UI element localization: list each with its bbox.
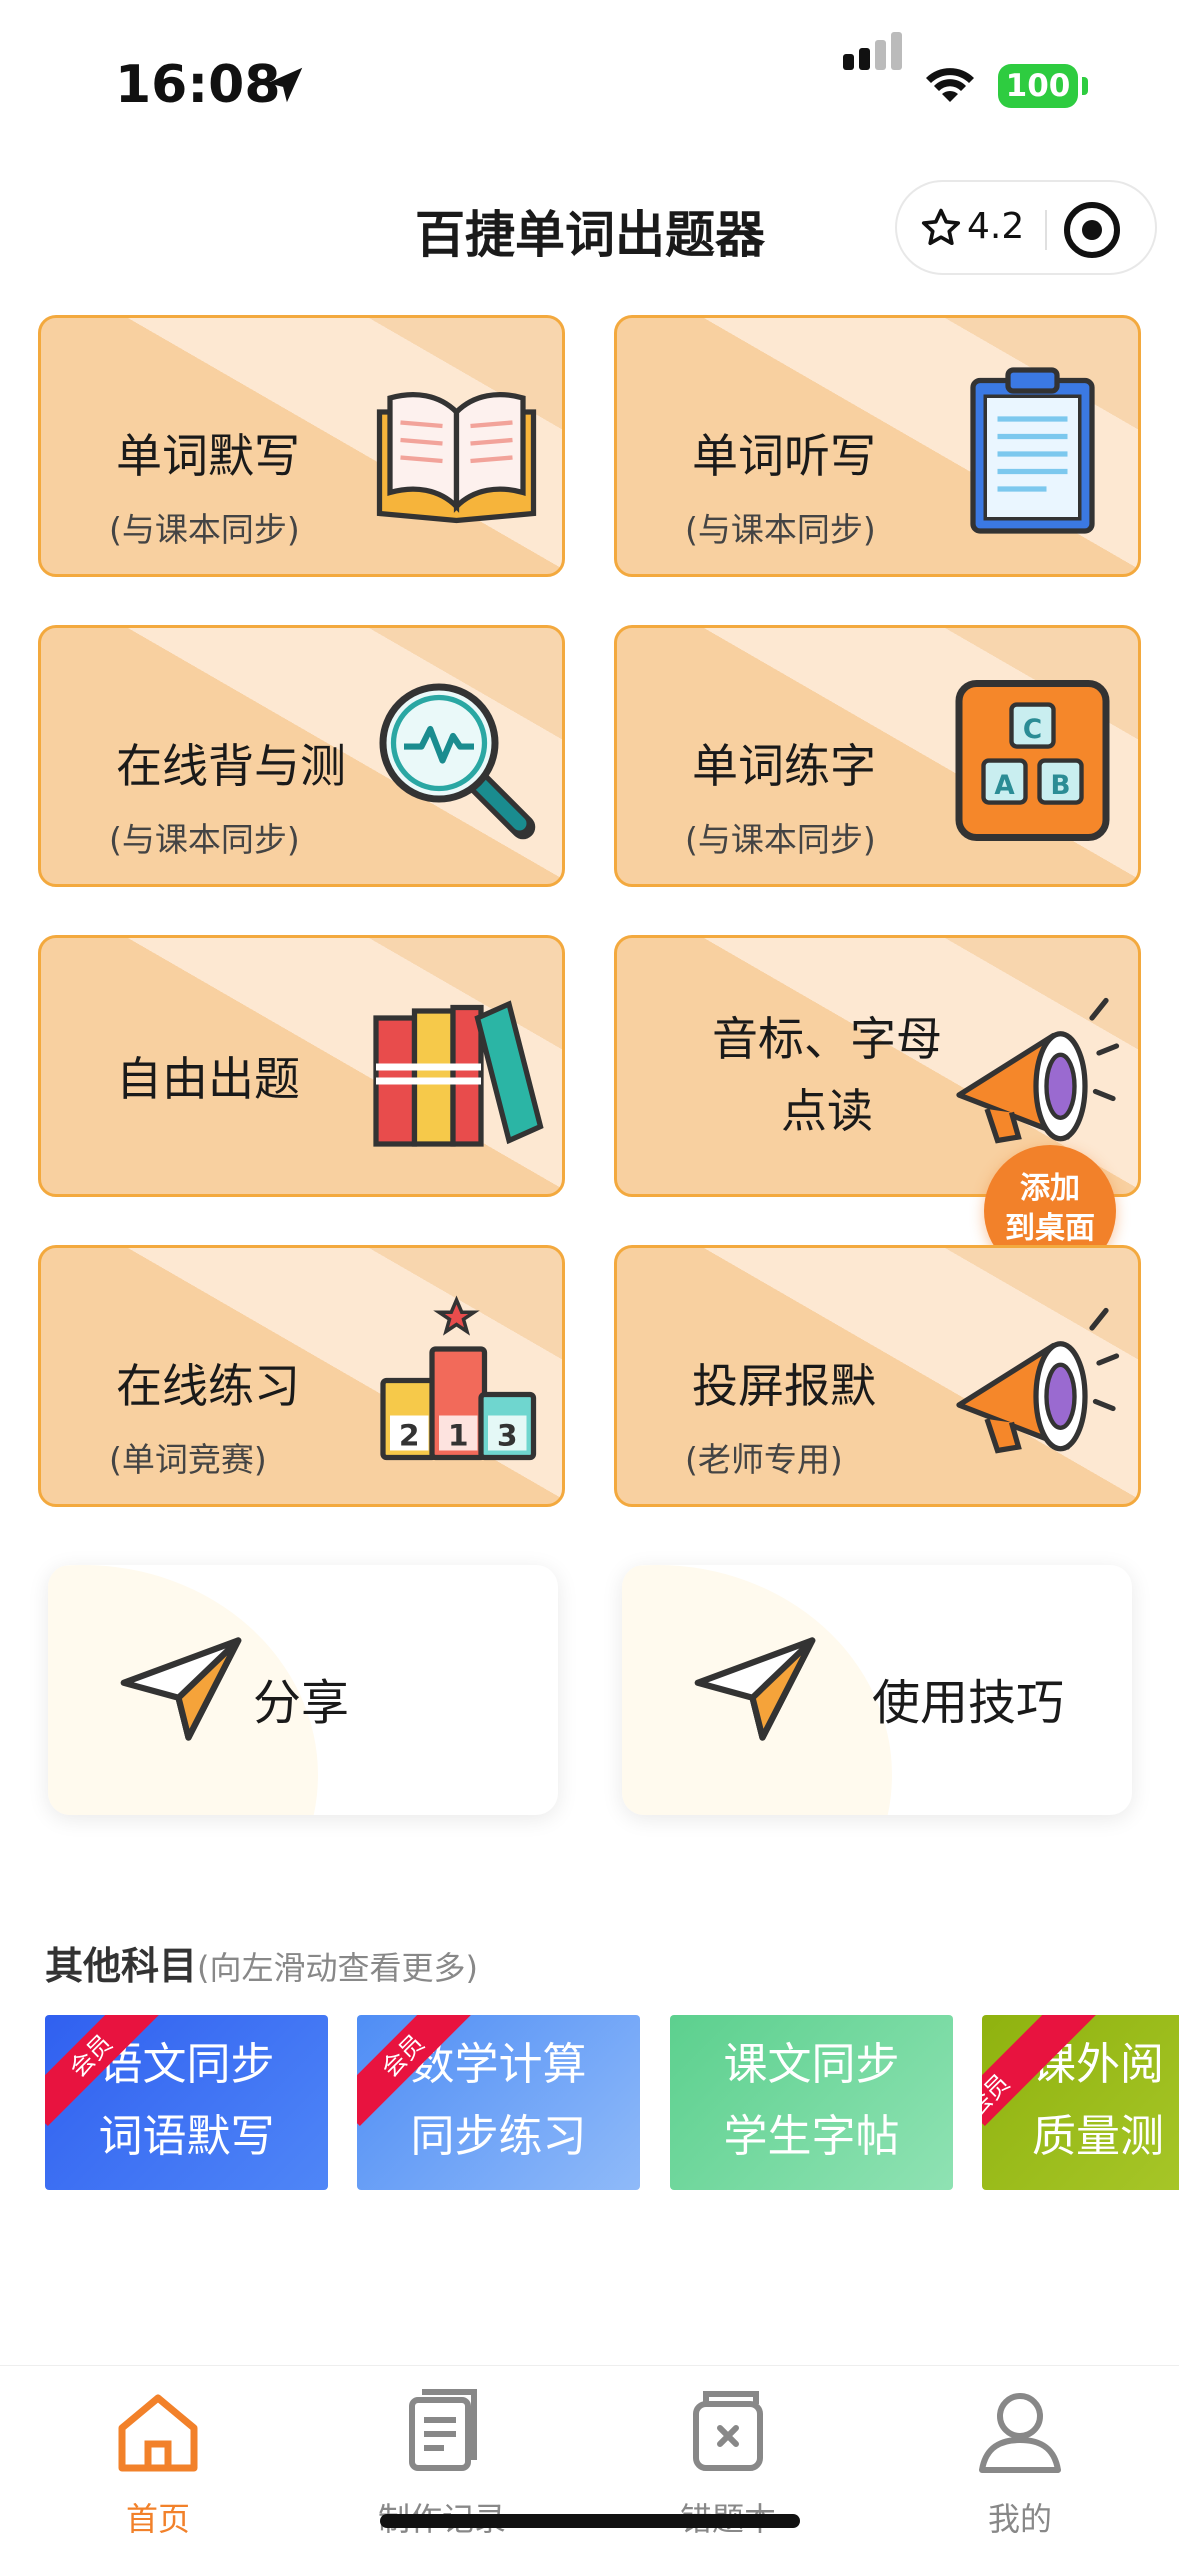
feature-title: 投屏报默 [692, 1359, 876, 1413]
feature-card-free-question[interactable]: 自由出题 [38, 935, 565, 1197]
status-bar: 16:08 100 [0, 0, 1179, 150]
feature-subtitle: (与课本同步) [685, 510, 876, 549]
tab-label: 我的 [987, 2500, 1052, 2538]
subject-line1: 课文同步 [723, 2039, 900, 2090]
capsule-divider [1045, 210, 1047, 250]
feature-title: 单词默写 [116, 429, 300, 483]
feature-subtitle: (单词竞赛) [109, 1440, 267, 1479]
usage-tips-card[interactable]: 使用技巧 [622, 1565, 1132, 1815]
subject-line2: 同步练习 [410, 2111, 587, 2162]
rating-value: 4.2 [967, 206, 1025, 247]
svg-text:B: B [1050, 771, 1070, 801]
status-time: 16:08 [115, 55, 281, 115]
other-subjects-title: 其他科目(向左滑动查看更多) [45, 1935, 478, 1990]
error-book-icon [693, 2391, 763, 2471]
feature-title: 在线背与测 [116, 739, 346, 793]
feature-card-memorize[interactable]: 在线背与测 (与课本同步) [38, 625, 565, 887]
feature-card-online-practice[interactable]: 在线练习 (单词竞赛) 2 1 3 [38, 1245, 565, 1507]
feature-card-handwriting[interactable]: 单词练字 (与课本同步) C A B [614, 625, 1141, 887]
svg-text:C: C [1023, 715, 1042, 745]
close-miniprogram-icon[interactable] [1064, 202, 1120, 258]
svg-text:2: 2 [399, 1418, 420, 1453]
home-indicator [380, 2514, 800, 2528]
subject-line2: 学生字帖 [723, 2111, 900, 2162]
page-title: 百捷单词出题器 [415, 206, 765, 264]
paper-plane-icon [120, 1637, 242, 1741]
magnifier-icon [379, 683, 536, 840]
subject-line2: 质量测 [1032, 2111, 1164, 2162]
wifi-icon [926, 68, 974, 102]
feature-card-screen-cast[interactable]: 投屏报默 (老师专用) [614, 1245, 1141, 1507]
home-icon [118, 2394, 198, 2472]
feature-card-dictation[interactable]: 单词默写 (与课本同步) [38, 315, 565, 577]
subjects-scroller[interactable]: 语文同步 词语默写 会员 数学计算 同步练习 会员 课文同步 学生字帖 课外阅 … [0, 2015, 1179, 2190]
abc-blocks-icon: C A B [955, 680, 1110, 841]
feature-title: 自由出题 [116, 1052, 300, 1106]
other-subjects-heading: 其他科目 [45, 1944, 198, 1988]
star-icon[interactable] [919, 206, 963, 250]
paper-plane-icon [694, 1637, 816, 1741]
feature-subtitle: (老师专用) [685, 1440, 843, 1479]
feature-card-listening[interactable]: 单词听写 (与课本同步) [614, 315, 1141, 577]
document-icon [409, 2389, 477, 2471]
location-arrow-icon [267, 67, 303, 103]
usage-tips-label: 使用技巧 [872, 1675, 1065, 1731]
feature-title: 在线练习 [116, 1359, 300, 1413]
share-label: 分享 [253, 1675, 350, 1731]
badge-line2: 到桌面 [1005, 1211, 1095, 1246]
subject-line2: 词语默写 [98, 2111, 275, 2162]
subject-card-math[interactable]: 数学计算 同步练习 会员 [357, 2015, 640, 2190]
battery-tip [1082, 77, 1088, 95]
clipboard-icon [970, 367, 1095, 534]
badge-line1: 添加 [1020, 1171, 1080, 1206]
subject-card-chinese[interactable]: 语文同步 词语默写 会员 [45, 2015, 328, 2190]
share-card[interactable]: 分享 [48, 1565, 558, 1815]
feature-title: 单词练字 [692, 739, 876, 793]
mini-program-capsule: 4.2 [895, 180, 1157, 275]
feature-subtitle: (与课本同步) [109, 820, 300, 859]
other-subjects-hint: (向左滑动查看更多) [197, 1949, 478, 1987]
feature-subtitle: (与课本同步) [109, 510, 300, 549]
feature-subtitle: (与课本同步) [685, 820, 876, 859]
svg-text:3: 3 [497, 1418, 518, 1453]
user-icon [979, 2393, 1061, 2473]
tab-mine[interactable]: 我的 [920, 2384, 1120, 2540]
battery-indicator: 100 [998, 64, 1078, 108]
open-book-icon [376, 392, 537, 524]
svg-text:A: A [994, 771, 1015, 801]
megaphone-icon [956, 1307, 1120, 1454]
svg-text:1: 1 [448, 1418, 469, 1453]
subject-card-copybook[interactable]: 课文同步 学生字帖 [670, 2015, 953, 2190]
megaphone-icon [956, 997, 1120, 1144]
feature-title: 单词听写 [692, 429, 876, 483]
books-icon [373, 1000, 544, 1147]
tab-home[interactable]: 首页 [58, 2384, 258, 2540]
tab-label: 首页 [125, 2500, 190, 2538]
podium-icon: 2 1 3 [380, 1295, 537, 1461]
subject-card-reading[interactable]: 课外阅 质量测 会员 [982, 2015, 1179, 2190]
